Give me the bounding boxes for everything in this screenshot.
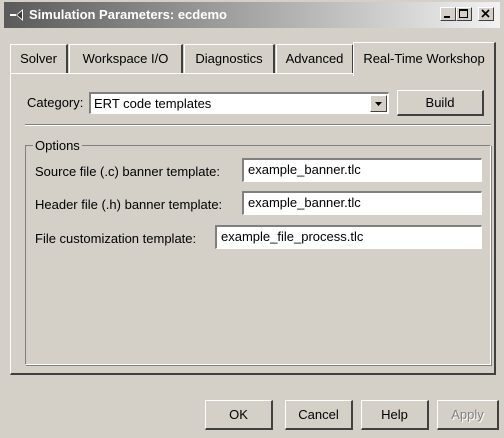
file-customization-label: File customization template: xyxy=(35,231,197,246)
category-value: ERT code templates xyxy=(94,96,212,111)
build-button-label: Build xyxy=(425,95,455,110)
header-banner-field[interactable]: example_banner.tlc xyxy=(242,191,482,215)
title-bar[interactable]: Simulation Parameters: ecdemo xyxy=(4,2,500,28)
maximize-button[interactable] xyxy=(456,7,472,21)
apply-button[interactable]: Apply xyxy=(437,400,499,430)
help-button-label: Help xyxy=(381,407,408,422)
minimize-button[interactable] xyxy=(440,7,456,21)
category-label: Category: xyxy=(27,95,84,110)
tab-real-time-workshop[interactable]: Real-Time Workshop xyxy=(353,42,496,76)
tab-label: Diagnostics xyxy=(195,51,263,66)
tab-workspace-io[interactable]: Workspace I/O xyxy=(69,44,183,74)
help-button[interactable]: Help xyxy=(361,400,429,430)
ok-button-label: OK xyxy=(229,407,248,422)
maximize-icon xyxy=(459,9,468,18)
window-title: Simulation Parameters: ecdemo xyxy=(29,7,227,22)
tab-label: Solver xyxy=(20,51,57,66)
close-button[interactable] xyxy=(478,7,494,21)
dialog-window: Simulation Parameters: ecdemo Solver Wor… xyxy=(0,0,504,438)
cancel-button[interactable]: Cancel xyxy=(285,400,353,430)
separator xyxy=(25,124,491,126)
build-button[interactable]: Build xyxy=(397,90,484,116)
dropdown-arrow-button[interactable] xyxy=(370,95,387,112)
cancel-button-label: Cancel xyxy=(298,407,339,422)
tab-advanced[interactable]: Advanced xyxy=(276,44,354,74)
file-customization-field[interactable]: example_file_process.tlc xyxy=(215,225,482,249)
tab-label: Advanced xyxy=(285,51,344,66)
source-banner-label: Source file (.c) banner template: xyxy=(35,164,220,179)
tab-label: Real-Time Workshop xyxy=(363,51,485,66)
tab-solver[interactable]: Solver xyxy=(10,44,68,74)
ok-button[interactable]: OK xyxy=(205,400,273,430)
chevron-down-icon xyxy=(375,102,382,106)
apply-button-label: Apply xyxy=(451,407,484,422)
category-dropdown[interactable]: ERT code templates xyxy=(89,92,389,114)
minimize-icon xyxy=(444,16,450,18)
source-banner-field[interactable]: example_banner.tlc xyxy=(242,158,482,182)
simulink-app-icon xyxy=(10,9,23,21)
close-icon xyxy=(481,9,490,18)
tab-diagnostics[interactable]: Diagnostics xyxy=(184,44,275,74)
tab-label: Workspace I/O xyxy=(82,51,169,66)
options-group-label: Options xyxy=(33,138,82,153)
header-banner-label: Header file (.h) banner template: xyxy=(35,197,223,212)
